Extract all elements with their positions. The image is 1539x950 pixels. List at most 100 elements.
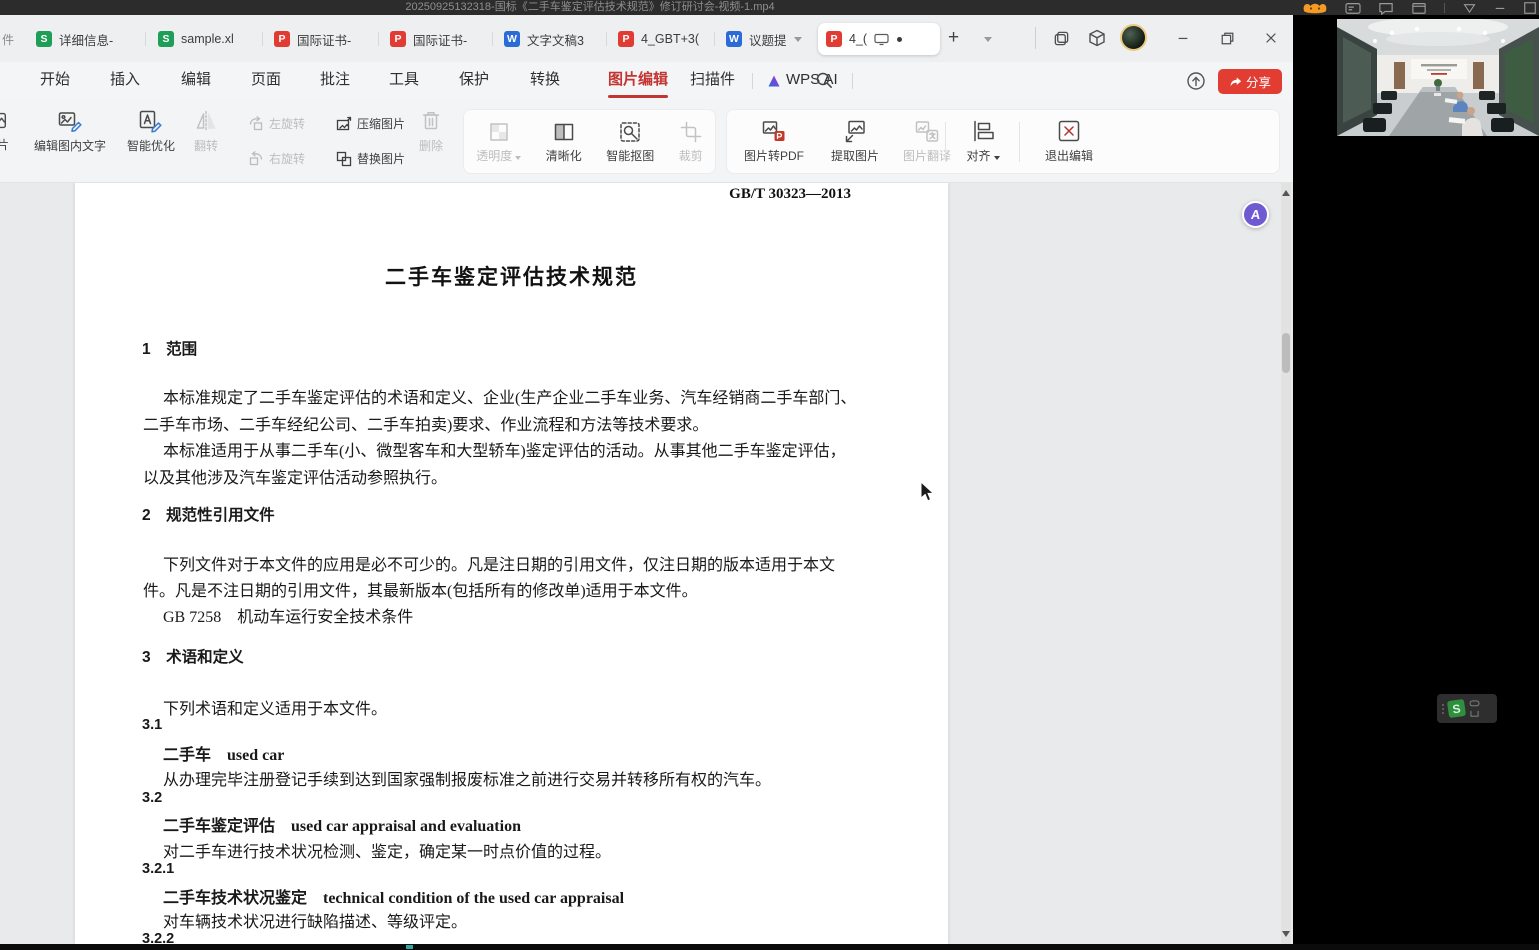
tab-label: 议题提 (749, 30, 787, 49)
crop-button[interactable]: 裁剪 (679, 111, 703, 173)
trash-icon (418, 108, 444, 134)
clarify-button[interactable]: 清晰化 (546, 111, 582, 173)
card-icon[interactable] (1345, 1, 1361, 15)
replace-image-icon (336, 151, 352, 167)
divider (1035, 27, 1036, 49)
new-tab-button[interactable]: + (948, 27, 959, 49)
document-tab[interactable]: S 详细信息- (28, 23, 142, 55)
tab-divider (378, 32, 379, 46)
ai-letter: A (1250, 207, 1261, 222)
menu-item[interactable]: 工具 (389, 62, 419, 100)
tab-divider (606, 32, 607, 46)
recorder-logo-icon: S (1447, 699, 1466, 718)
menu-item[interactable]: 保护 (459, 62, 489, 100)
menu-item[interactable]: 开始 (40, 62, 70, 100)
mascot-logo-icon[interactable] (1302, 1, 1328, 15)
doc-line: GB 7258 机动车运行安全技术条件 (163, 603, 413, 627)
edit-image-text-button[interactable]: 编辑图内文字 (14, 100, 126, 162)
cube-apps-button[interactable] (1084, 26, 1110, 50)
minimize-window-button[interactable] (1170, 26, 1196, 50)
menu-item[interactable]: 插入 (110, 62, 140, 100)
close-window-button[interactable] (1258, 26, 1284, 50)
doc-line: 本标准适用于从事二手车(小、微型客车和大型轿车)鉴定评估的活动。从事其他二手车鉴… (163, 437, 846, 461)
divider (1019, 122, 1020, 162)
drag-handle-icon[interactable] (1442, 704, 1444, 714)
doc-line: 本标准规定了二手车鉴定评估的术语和定义、企业(生产企业二手车业务、汽车经销商二手… (163, 384, 856, 408)
image-edit-toolbar: 图片 编辑图内文字 智能优化 (0, 100, 1293, 183)
menu-item[interactable]: 转换 (530, 62, 560, 100)
letter-a-pencil-icon (138, 108, 164, 134)
pdf-file-icon: P (826, 31, 842, 47)
doc-line: 1 范围 (142, 337, 197, 359)
document-tab[interactable]: P 国际证书- (382, 23, 490, 55)
doc-line: 对二手车进行技术状况检测、鉴定，确定某一时点价值的过程。 (163, 838, 611, 862)
cascade-windows-button[interactable] (1048, 26, 1074, 50)
spreadsheet-file-icon: S (36, 31, 52, 47)
rotate-right-button[interactable]: 右旋转 (248, 150, 338, 167)
active-document-tab[interactable]: P 4_( (818, 23, 940, 55)
exit-edit-button[interactable]: 退出编辑 (1029, 110, 1109, 172)
video-bar-icons (1302, 0, 1539, 15)
comment-icon[interactable] (1378, 1, 1394, 15)
wps-window: 件 S 详细信息- S sample.xl P 国际证书- P 国际证书- (0, 15, 1293, 944)
chevron-down-icon (515, 156, 521, 160)
scroll-down-arrow-icon[interactable] (1282, 931, 1290, 937)
tab-divider (262, 32, 263, 46)
divider (852, 73, 853, 89)
recorder-chat-icon[interactable] (1469, 700, 1480, 708)
rotate-left-button[interactable]: 左旋转 (248, 115, 338, 132)
recorder-bracket-icon[interactable] (1469, 710, 1480, 718)
share-button[interactable]: 分享 (1218, 69, 1282, 94)
scroll-up-arrow-icon[interactable] (1282, 190, 1290, 196)
video-side-panel: S (1293, 15, 1539, 944)
spreadsheet-file-icon: S (158, 31, 174, 47)
scrollbar-thumb[interactable] (1282, 333, 1290, 373)
vertical-scrollbar[interactable] (1281, 183, 1291, 944)
doc-line: 二手车鉴定评估 used car appraisal and evaluatio… (163, 812, 521, 836)
search-icon[interactable] (815, 71, 834, 90)
dropdown-triangle-icon[interactable] (1462, 1, 1477, 15)
tab-list-chevron-icon[interactable] (984, 37, 992, 42)
maximize-icon[interactable] (1523, 1, 1537, 15)
doc-line: 件。凡是不注日期的引用文件，其最新版本(包括所有的修改单)适用于本文件。 (143, 577, 698, 601)
menu-item[interactable]: 批注 (320, 62, 350, 100)
smart-matting-button[interactable]: 智能抠图 (606, 111, 654, 173)
flip-button[interactable]: 翻转 (181, 100, 231, 162)
playhead-tick[interactable] (406, 945, 413, 949)
smart-optimize-button[interactable]: 智能优化 (111, 100, 191, 162)
divider (945, 122, 946, 162)
doc-line: 对车辆技术状况进行缺陷描述、等级评定。 (163, 908, 467, 932)
unsaved-dot-icon (897, 37, 902, 42)
screen-recorder-widget[interactable]: S (1437, 694, 1497, 723)
minimize-icon[interactable] (1494, 1, 1506, 15)
menu-item[interactable]: 编辑 (181, 62, 211, 100)
menu-item[interactable]: 页面 (251, 62, 281, 100)
document-tab[interactable]: W 议题提 (718, 23, 814, 55)
image-translate-button[interactable]: 图片翻译 (893, 110, 961, 172)
pdf-file-icon: P (390, 31, 406, 47)
image-to-pdf-icon (761, 118, 787, 144)
window-icon[interactable] (1411, 1, 1427, 15)
doc-line: 2 规范性引用文件 (142, 503, 275, 525)
extract-image-button[interactable]: 提取图片 (819, 110, 891, 172)
webcam-video (1337, 19, 1539, 136)
avatar[interactable] (1120, 24, 1147, 51)
video-timeline[interactable] (0, 944, 1539, 950)
doc-line: 二手车 used car (163, 741, 284, 765)
upload-cloud-icon[interactable] (1186, 71, 1206, 91)
wps-ai-floating-button[interactable]: A (1242, 201, 1269, 228)
document-tab[interactable]: W 文字文稿3 (496, 23, 604, 55)
tab-label: 国际证书- (297, 30, 351, 49)
document-tab[interactable]: S sample.xl (150, 23, 260, 55)
clarity-icon (552, 120, 576, 144)
document-tab[interactable]: P 国际证书- (266, 23, 376, 55)
document-tab[interactable]: P 4_GBT+3( (610, 23, 712, 55)
align-button[interactable]: 对齐 (955, 110, 1011, 172)
image-to-pdf-button[interactable]: 图片转PDF (731, 110, 817, 172)
restore-window-button[interactable] (1214, 26, 1240, 50)
tab-divider (145, 32, 146, 46)
menu-item-active[interactable]: 图片编辑 (608, 62, 668, 100)
transparency-button[interactable]: 透明度 (476, 111, 521, 173)
menu-item[interactable]: 扫描件 (690, 62, 735, 100)
delete-button[interactable]: 删除 (405, 100, 457, 162)
